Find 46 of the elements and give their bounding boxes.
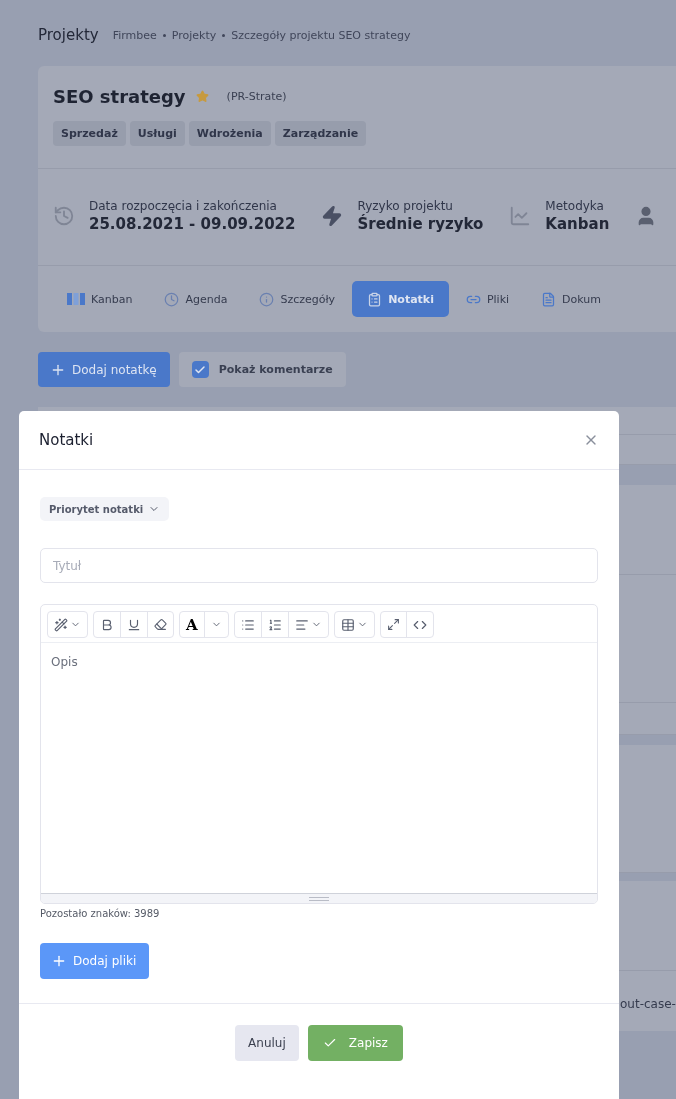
meta-label: Metodyka xyxy=(545,199,605,213)
add-note-button[interactable]: Dodaj notatkę xyxy=(38,352,170,387)
meta-value: Kanban xyxy=(545,215,610,233)
document-icon xyxy=(541,291,557,307)
tab[interactable]: Szczegóły xyxy=(244,281,351,317)
checkbox[interactable] xyxy=(191,361,209,378)
breadcrumb-link[interactable]: Firmbee xyxy=(112,28,157,42)
character-counter: Pozostało znaków: 3989 xyxy=(40,908,160,919)
priority-dropdown[interactable]: Priorytet notatki xyxy=(40,497,170,521)
title-input[interactable]: Tytuł xyxy=(40,548,598,583)
tab[interactable]: Pliki xyxy=(450,281,525,317)
breadcrumb-link[interactable]: Szczegóły projektu SEO strategy xyxy=(231,28,411,42)
tab[interactable]: Agenda xyxy=(149,281,243,317)
tag: Usługi xyxy=(129,121,185,146)
breadcrumb-link[interactable]: Projekty xyxy=(171,28,217,42)
cancel-button[interactable]: Anuluj xyxy=(235,1025,299,1061)
kanban-icon xyxy=(67,293,85,305)
meta-value: Średnie ryzyko xyxy=(357,215,484,233)
dialog-title: Notatki xyxy=(39,431,94,449)
add-files-button[interactable]: Dodaj pliki xyxy=(40,943,150,979)
tab[interactable]: Notatki xyxy=(352,281,449,317)
info-icon xyxy=(259,291,275,307)
tag: Sprzedaż xyxy=(53,121,126,146)
list-text: out-case- xyxy=(620,997,676,1011)
check-icon xyxy=(194,363,207,376)
tag: Wdrożenia xyxy=(188,121,271,146)
tab[interactable]: Dokum xyxy=(526,281,616,317)
star-icon[interactable] xyxy=(195,90,209,103)
resize-handle[interactable] xyxy=(309,896,329,901)
description-editor[interactable]: A Opis xyxy=(40,604,598,904)
meta-label: Data rozpoczęcia i zakończenia xyxy=(89,199,278,213)
project-code: (PR-Strate) xyxy=(226,90,287,103)
clipboard-icon xyxy=(367,291,383,307)
show-comments-toggle[interactable]: Pokaż komentarze xyxy=(178,352,346,387)
plus-icon xyxy=(51,953,67,969)
meta-value: 25.08.2021 - 09.09.2022 xyxy=(89,215,296,233)
tab[interactable]: Kanban xyxy=(52,281,148,317)
clock-icon xyxy=(164,291,180,307)
save-button[interactable]: Zapisz xyxy=(307,1025,403,1061)
line-chart-icon xyxy=(509,205,532,227)
meta-label: Ryzyko projektu xyxy=(357,199,454,213)
history-icon xyxy=(53,205,75,227)
project-name: SEO strategy xyxy=(53,86,186,107)
page-title: Projekty xyxy=(38,26,99,44)
check-icon xyxy=(322,1036,337,1050)
tag: Zarządzanie xyxy=(274,121,367,146)
